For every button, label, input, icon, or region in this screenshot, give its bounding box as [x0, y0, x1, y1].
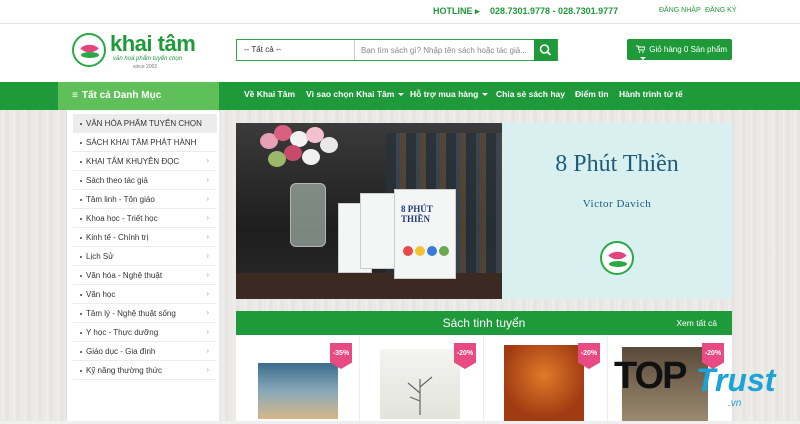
hero-banner[interactable]: 8 PHÚT THIỀN 8 Phút Thiền Victor Davich	[236, 123, 732, 299]
nav-item-why[interactable]: Vì sao chọn Khai Tâm	[306, 89, 405, 99]
lotus-logo-icon	[600, 241, 634, 275]
chevron-right-icon: ›	[206, 156, 209, 165]
sidebar-item[interactable]: Lịch Sử ›	[73, 247, 217, 266]
logo-name[interactable]: khai tâm	[110, 31, 196, 57]
hotline-numbers[interactable]: 028.7301.9778 - 028.7301.9777	[490, 6, 618, 16]
search-bar: -- Tất cả --	[236, 39, 558, 61]
sidebar-item[interactable]: VĂN HÓA PHẨM TUYỂN CHỌN	[73, 114, 217, 133]
product-thumbnail	[504, 345, 584, 421]
sidebar-item[interactable]: SÁCH KHAI TÂM PHÁT HÀNH	[73, 133, 217, 152]
chevron-right-icon: ›	[206, 213, 209, 222]
sidebar-item[interactable]: Tâm lý - Nghệ thuật sống ›	[73, 304, 217, 323]
logo-since: since 2002	[133, 64, 158, 70]
search-category-value: -- Tất cả --	[244, 45, 282, 54]
sidebar-item[interactable]: Văn học ›	[73, 285, 217, 304]
chevron-right-icon: ›	[206, 194, 209, 203]
product-card[interactable]: -20%	[360, 335, 484, 421]
chevron-right-icon: ›	[206, 327, 209, 336]
category-menu-button[interactable]: ≡ Tất cả Danh Mục	[58, 82, 219, 110]
chevron-right-icon: ›	[206, 175, 209, 184]
toptrust-watermark-trust: Trust	[696, 362, 776, 398]
chevron-down-icon	[398, 93, 405, 97]
toptrust-watermark-top: TOP	[614, 355, 687, 397]
table-surface	[236, 273, 502, 299]
top-bar: HOTLINE ▸ 028.7301.9778 - 028.7301.9777 …	[0, 0, 800, 24]
book-cover-middle	[360, 193, 396, 269]
category-menu-label: Tất cả Danh Mục	[81, 90, 162, 101]
site-header: khai tâm văn hoá phẩm tuyển chọn since 2…	[0, 24, 800, 82]
menu-icon: ≡	[72, 90, 78, 101]
search-button[interactable]	[534, 39, 557, 61]
chevron-down-icon	[640, 57, 646, 61]
search-category-select[interactable]: -- Tất cả --	[237, 40, 355, 60]
search-icon	[539, 44, 552, 56]
flowers-image	[256, 125, 346, 175]
nav-item-news[interactable]: Điểm tin	[575, 89, 609, 99]
chevron-right-icon: ›	[206, 346, 209, 355]
chevron-right-icon: ›	[206, 270, 209, 279]
banner-author: Victor Davich	[582, 198, 652, 210]
product-card[interactable]: -35%	[236, 335, 360, 421]
see-all-link[interactable]: Xem tất cả	[676, 318, 717, 328]
category-sidebar: VĂN HÓA PHẨM TUYỂN CHỌN SÁCH KHAI TÂM PH…	[66, 110, 219, 421]
chevron-right-icon: ›	[206, 232, 209, 241]
product-thumbnail	[258, 363, 338, 419]
product-thumbnail	[380, 349, 460, 419]
register-link[interactable]: ĐĂNG KÝ	[705, 7, 737, 14]
sidebar-item[interactable]: Tâm linh - Tôn giáo ›	[73, 190, 217, 209]
section-title: Sách tinh tuyển	[442, 316, 526, 330]
cart-label: Giỏ hàng 0 Sản phẩm	[649, 45, 728, 54]
cart-button[interactable]: Giỏ hàng 0 Sản phẩm	[627, 39, 732, 61]
lotus-logo-icon[interactable]	[72, 33, 106, 67]
sidebar-item[interactable]: Kỹ năng thường thức ›	[73, 361, 217, 380]
product-card[interactable]: -20%	[484, 335, 608, 421]
book-cover-title: 8 PHÚT THIỀN	[401, 204, 433, 224]
book-cover-front: 8 PHÚT THIỀN	[394, 189, 456, 279]
toptrust-watermark-vn: .vn	[728, 398, 742, 409]
nav-item-support[interactable]: Hỗ trợ mua hàng	[410, 89, 489, 99]
logo-tagline: văn hoá phẩm tuyển chọn	[113, 56, 183, 62]
sidebar-item[interactable]: Văn hóa - Nghệ thuật ›	[73, 266, 217, 285]
featured-section-header: Sách tinh tuyển Xem tất cả	[236, 311, 732, 335]
sidebar-item[interactable]: Giáo dục - Gia đình ›	[73, 342, 217, 361]
chevron-right-icon: ›	[206, 289, 209, 298]
cart-icon	[636, 45, 646, 53]
vase-image	[290, 183, 326, 247]
chevron-right-icon: ›	[206, 251, 209, 260]
sidebar-item[interactable]: Khoa học - Triết học ›	[73, 209, 217, 228]
chevron-down-icon	[482, 93, 489, 97]
chevron-right-icon: ›	[206, 365, 209, 374]
nav-item-journey[interactable]: Hành trình tử tế	[619, 89, 683, 99]
login-link[interactable]: ĐĂNG NHẬP	[659, 7, 701, 14]
sidebar-item[interactable]: Sách theo tác giả ›	[73, 171, 217, 190]
banner-title: 8 Phút Thiền	[555, 151, 679, 177]
sidebar-item[interactable]: Y học - Thực dưỡng ›	[73, 323, 217, 342]
nav-item-about[interactable]: Về Khai Tâm	[244, 89, 295, 99]
hotline-label: HOTLINE ▸	[433, 6, 480, 16]
chevron-right-icon: ›	[206, 308, 209, 317]
banner-photo: 8 PHÚT THIỀN	[236, 123, 502, 299]
sidebar-item[interactable]: KHAI TÂM KHUYÊN ĐỌC ›	[73, 152, 217, 171]
sidebar-item[interactable]: Kinh tế - Chính trị ›	[73, 228, 217, 247]
search-input[interactable]	[355, 40, 536, 60]
nav-item-share[interactable]: Chia sẻ sách hay	[496, 89, 565, 99]
